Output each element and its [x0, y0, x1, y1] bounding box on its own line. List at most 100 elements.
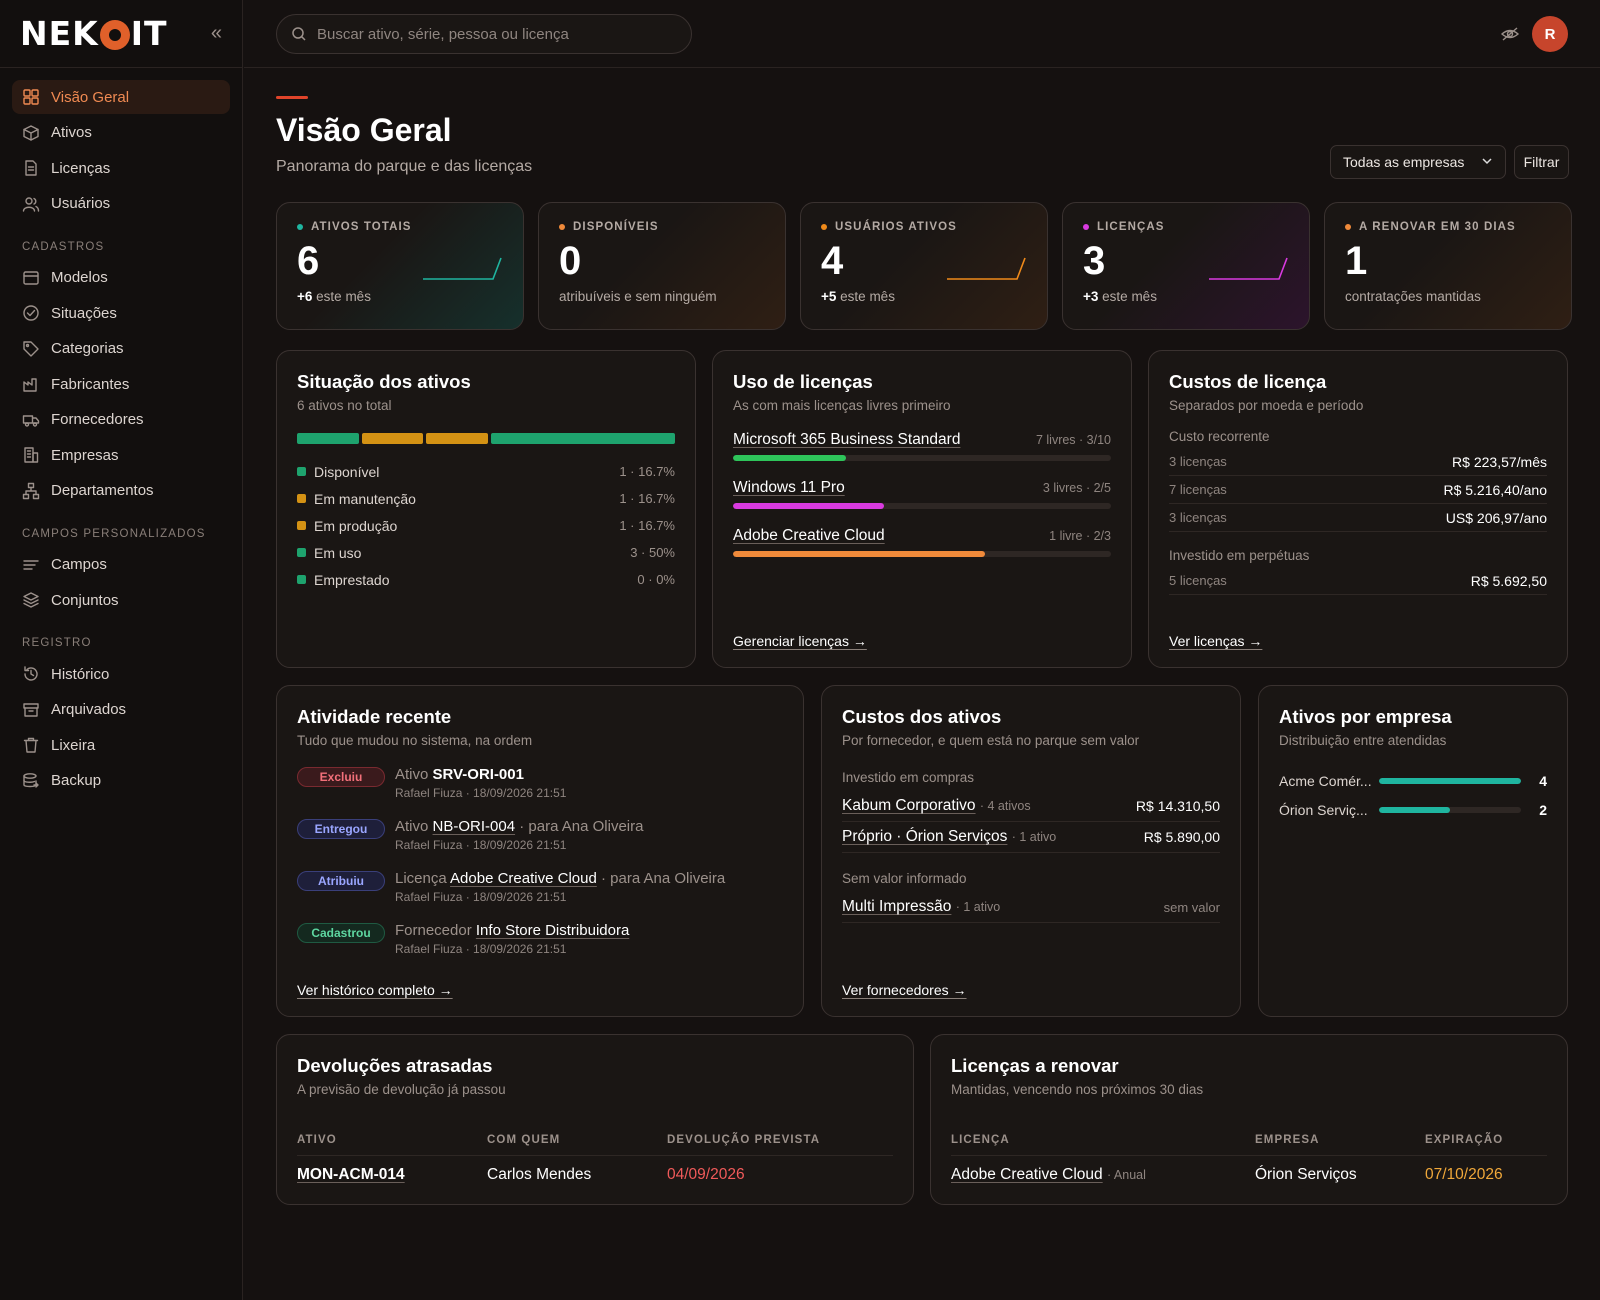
sidebar-item-label: Fornecedores [51, 411, 144, 428]
activity-meta: Rafael Fiuza · 18/09/2026 21:51 [395, 786, 567, 800]
entity-link[interactable]: Info Store Distribuidora [476, 922, 629, 939]
license-name[interactable]: Microsoft 365 Business Standard [733, 431, 960, 449]
sidebar-item-lixeira[interactable]: Lixeira [12, 728, 230, 762]
sidebar-item-visao-geral[interactable]: Visão Geral [12, 80, 230, 114]
table-row[interactable]: Adobe Creative Cloud · Anual Órion Servi… [951, 1155, 1547, 1195]
sidebar-item-modelos[interactable]: Modelos [12, 261, 230, 295]
sidebar-item-categorias[interactable]: Categorias [12, 332, 230, 366]
license-name[interactable]: Windows 11 Pro [733, 479, 845, 497]
company-row[interactable]: Acme Comér... 4 [1279, 766, 1547, 795]
view-licenses-link[interactable]: Ver licenças → [1169, 633, 1262, 649]
legend-label: Em produção [314, 517, 398, 534]
card-subtitle: A previsão de devolução já passou [297, 1082, 506, 1097]
sidebar-item-fornecedores[interactable]: Fornecedores [12, 403, 230, 437]
cost-qty: 7 licenças [1169, 482, 1227, 497]
license-cell[interactable]: Adobe Creative Cloud · Anual [951, 1155, 1255, 1195]
sidebar-item-label: Backup [51, 772, 102, 789]
company-select[interactable]: Todas as empresas [1330, 145, 1506, 179]
filter-button[interactable]: Filtrar [1514, 145, 1569, 179]
column-header: ATIVO [297, 1125, 487, 1156]
sidebar-item-backup[interactable]: Backup [12, 764, 230, 798]
entity-type: Licença [395, 870, 447, 887]
sidebar-item-ativos[interactable]: Ativos [12, 116, 230, 150]
kpi-card[interactable]: DISPONÍVEIS 0 atribuíveis e sem ninguém [538, 202, 786, 330]
sidebar-item-situacoes[interactable]: Situações [12, 296, 230, 330]
search-box[interactable] [276, 14, 692, 54]
column-header: COM QUEM [487, 1125, 667, 1156]
view-suppliers-link[interactable]: Ver fornecedores → [842, 982, 967, 998]
entity-link[interactable]: SRV-ORI-001 [433, 766, 524, 783]
logo-row: NEK IT « [0, 0, 242, 68]
entity-link[interactable]: Adobe Creative Cloud [450, 870, 597, 887]
asset-link[interactable]: MON-ACM-014 [297, 1166, 405, 1183]
license-link[interactable]: Adobe Creative Cloud [951, 1166, 1103, 1183]
cost-row: 5 licenças R$ 5.692,50 [1169, 567, 1547, 595]
license-usage-item[interactable]: Windows 11 Pro 3 livres · 2/5 [733, 479, 1111, 509]
license-usage-fill [733, 455, 847, 461]
sidebar-item-label: Situações [51, 304, 117, 322]
license-name[interactable]: Adobe Creative Cloud [733, 527, 885, 545]
card-title: Devoluções atrasadas [297, 1055, 493, 1076]
sidebar-item-licencas[interactable]: Licenças [12, 151, 230, 185]
supplier-amount: sem valor [1163, 899, 1220, 915]
cost-row: 3 licenças R$ 223,57/mês [1169, 448, 1547, 476]
activity-description: Ativo SRV-ORI-001 [395, 766, 566, 783]
column-header: LICENÇA [951, 1125, 1255, 1156]
sidebar-item-arquivados[interactable]: Arquivados [12, 693, 230, 727]
kpi-card[interactable]: LICENÇAS 3 +3 este mês [1062, 202, 1310, 330]
sidebar-item-label: Ativos [51, 124, 92, 141]
avatar[interactable]: R [1532, 16, 1568, 52]
license-usage-item[interactable]: Adobe Creative Cloud 1 livre · 2/3 [733, 527, 1111, 557]
supplier-link[interactable]: Kabum Corporativo [842, 797, 976, 814]
sidebar-item-departamentos[interactable]: Departamentos [12, 474, 230, 508]
cost-qty: 3 licenças [1169, 510, 1227, 525]
page-title: Visão Geral [276, 112, 452, 148]
sidebar-item-empresas[interactable]: Empresas [12, 438, 230, 472]
legend-label: Emprestado [314, 571, 390, 588]
kpi-footer: +6 este mês [297, 289, 503, 304]
collapse-sidebar-icon[interactable]: « [211, 22, 222, 45]
supplier-link[interactable]: Multi Impressão [842, 898, 951, 915]
legend-swatch [297, 467, 306, 476]
logo[interactable]: NEK IT [20, 14, 168, 53]
table-row[interactable]: MON-ACM-014 Carlos Mendes 04/09/2026 [297, 1155, 893, 1195]
sidebar-item-usuarios[interactable]: Usuários [12, 187, 230, 221]
activity-description: Ativo NB-ORI-004 · para Ana Oliveira [395, 818, 643, 835]
due-date-cell: 04/09/2026 [667, 1166, 745, 1184]
license-usage-track [733, 551, 1111, 557]
company-bar-track [1379, 806, 1521, 813]
activity-list: Excluiu Ativo SRV-ORI-001 Rafael Fiuza · … [297, 766, 783, 956]
supplier-link[interactable]: Próprio · Órion Serviços [842, 828, 1007, 845]
manage-licenses-link[interactable]: Gerenciar licenças → [733, 633, 867, 649]
kpi-label-text: DISPONÍVEIS [573, 221, 659, 233]
sidebar-item-label: Visão Geral [51, 88, 130, 106]
kpi-label-text: LICENÇAS [1097, 221, 1165, 233]
overdue-table: ATIVO COM QUEM DEVOLUÇÃO PREVISTA MON-AC… [297, 1125, 893, 1195]
expiration-cell: 07/10/2026 [1425, 1166, 1503, 1184]
sidebar-item-label: Categorias [51, 340, 124, 357]
recurring-cost-label: Custo recorrente [1169, 429, 1270, 444]
license-usage-item[interactable]: Microsoft 365 Business Standard 7 livres … [733, 431, 1111, 461]
eye-off-icon[interactable] [1500, 24, 1520, 44]
license-usage-card: Uso de licenças As com mais licenças liv… [712, 350, 1132, 668]
kpi-card[interactable]: USUÁRIOS ATIVOS 4 +5 este mês [800, 202, 1048, 330]
overdue-returns-card: Devoluções atrasadas A previsão de devol… [276, 1034, 914, 1205]
search-input[interactable] [317, 25, 677, 43]
no-value-list: Multi Impressão · 1 ativo sem valor [842, 892, 1220, 923]
full-history-link[interactable]: Ver histórico completo → [297, 982, 453, 998]
entity-link[interactable]: NB-ORI-004 [433, 818, 516, 835]
asset-cell[interactable]: MON-ACM-014 [297, 1155, 487, 1195]
sidebar-item-campos[interactable]: Campos [12, 548, 230, 582]
kpi-card[interactable]: A RENOVAR EM 30 DIAS 1 contratações manti… [1324, 202, 1572, 330]
sidebar-item-conjuntos[interactable]: Conjuntos [12, 583, 230, 617]
sidebar-item-label: Histórico [51, 665, 110, 683]
company-row[interactable]: Órion Serviç... 2 [1279, 795, 1547, 824]
activity-meta: Rafael Fiuza · 18/09/2026 21:51 [395, 942, 567, 956]
lines-icon [22, 556, 40, 574]
sidebar-item-fabricantes[interactable]: Fabricantes [12, 367, 230, 401]
legend-row: Em manutenção 1 · 16.7% [297, 485, 675, 512]
kpi-card[interactable]: ATIVOS TOTAIS 6 +6 este mês [276, 202, 524, 330]
truck-icon [22, 411, 40, 429]
renew-table: LICENÇA EMPRESA EXPIRAÇÃO Adobe Creative… [951, 1125, 1547, 1195]
sidebar-item-historico[interactable]: Histórico [12, 657, 230, 691]
